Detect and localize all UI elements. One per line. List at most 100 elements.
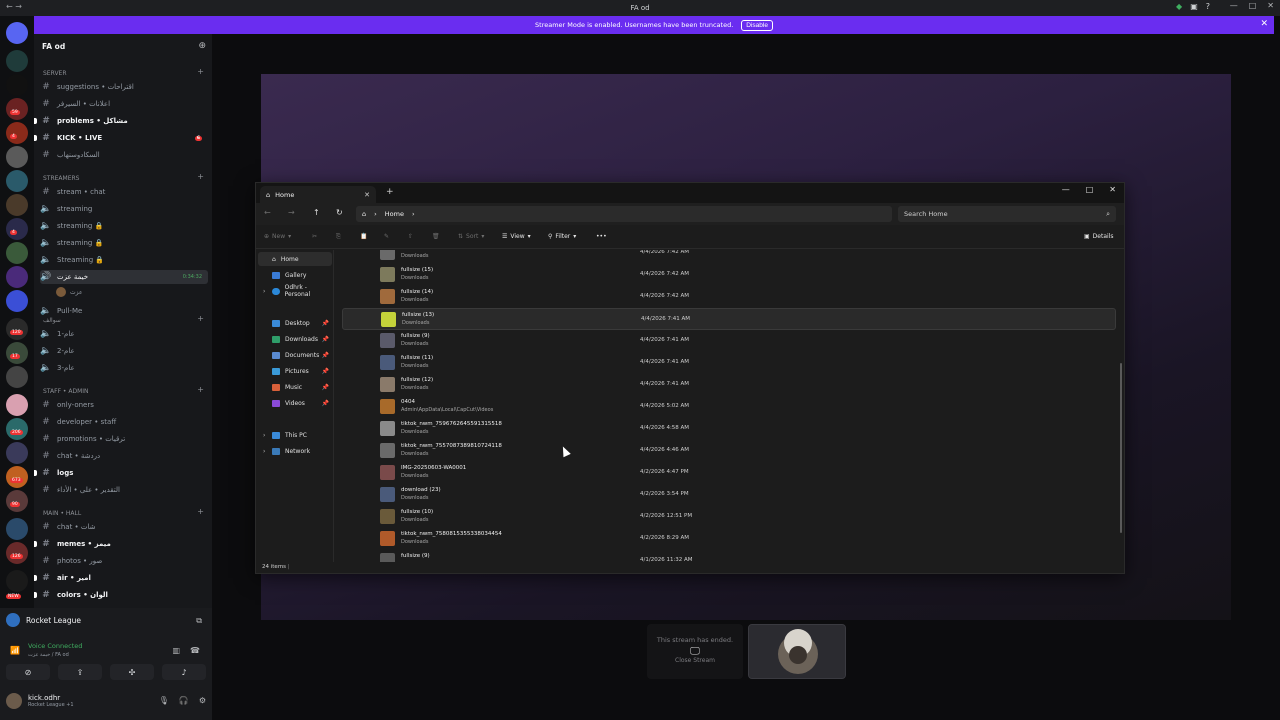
pin-icon[interactable]: 📌 [322,320,329,327]
server-icon[interactable] [6,122,28,144]
file-row[interactable]: tiktok_nwm_7596762645591315518 Downloads 4… [342,418,1116,440]
server-icon[interactable] [6,98,28,120]
screen-share-button[interactable]: ⇪ [58,664,102,680]
nav-item-onedrive[interactable]: › Odhrk - Personal [258,284,332,298]
server-icon[interactable] [6,194,28,216]
add-channel-icon[interactable]: + [197,314,204,323]
file-row[interactable]: fullsize (12) Downloads 4/4/2026 7:41 AM [342,374,1116,396]
nitro-icon[interactable]: ◆ [1176,2,1182,11]
channel-item[interactable]: # KICK • LIVE 6 [34,131,208,145]
signal-icon[interactable]: 📶 [10,646,20,655]
server-icon[interactable] [6,342,28,364]
pin-icon[interactable]: 📌 [322,336,329,343]
category-label[interactable]: سوالف [43,317,61,324]
pin-icon[interactable]: 📌 [322,352,329,359]
up-icon[interactable]: ↑ [313,208,320,217]
server-icon[interactable] [6,50,28,72]
voice-status[interactable]: Voice Connected [28,642,82,650]
participant-video-tile[interactable] [748,624,846,679]
activity-card[interactable]: Rocket League [6,613,81,627]
new-tab-icon[interactable]: + [386,187,394,197]
more-options-icon[interactable]: ••• [596,233,607,240]
channel-item[interactable]: 🔈 عام-3 [40,361,208,375]
nav-item-home[interactable]: ⌂ Home [258,252,332,266]
server-icon[interactable] [6,418,28,440]
file-row[interactable]: fullsize (15) Downloads 4/4/2026 7:42 AM [342,264,1116,286]
breadcrumb[interactable]: Home [385,210,404,218]
server-icon[interactable] [6,442,28,464]
server-icon[interactable] [6,290,28,312]
discord-home-icon[interactable] [6,22,28,44]
server-name[interactable]: FA od [42,42,65,51]
file-row[interactable]: IMG-20250603-WA0001 Downloads 4/2/2026 4:4… [342,462,1116,484]
nav-item-gallery[interactable]: Gallery [258,268,332,282]
channel-item[interactable]: # السكادوسنهاب [40,148,208,162]
close-tab-icon[interactable]: ✕ [364,191,370,199]
invite-icon[interactable]: ⊕ [198,41,206,51]
copy-icon[interactable]: ⎘ [336,233,341,241]
new-button[interactable]: ⊕ New ▾ [264,233,291,240]
add-channel-icon[interactable]: + [197,172,204,181]
server-icon[interactable] [6,74,28,96]
settings-gear-icon[interactable]: ⚙ [199,696,206,705]
server-icon[interactable] [6,466,28,488]
maximize-icon[interactable]: □ [1249,1,1257,10]
server-icon[interactable] [6,394,28,416]
channel-item[interactable]: # air • امير [34,571,208,585]
microphone-icon[interactable]: 🎙 [159,696,169,705]
nav-item-documents[interactable]: Documents 📌 [258,348,332,362]
voice-location[interactable]: خيمة عزت / FA od [28,652,69,658]
delete-icon[interactable]: 🗑 [432,233,440,240]
nav-item-this-pc[interactable]: › This PC [258,428,332,442]
channel-item[interactable]: # photos • صور [40,554,208,568]
channel-item[interactable]: # colors • الوان [34,588,208,602]
file-row[interactable]: fullsize (11) Downloads 4/4/2026 7:41 AM [342,352,1116,374]
server-icon[interactable] [6,170,28,192]
minimize-icon[interactable]: — [1230,1,1238,10]
scrollbar[interactable] [1120,363,1122,533]
channel-item[interactable]: # promotions • ترقيات [40,432,208,446]
share-icon[interactable]: ⇧ [408,233,413,240]
file-row[interactable]: 0404 Admin\AppData\Local\CapCut\Videos 4/4… [342,396,1116,418]
channel-item[interactable]: # only-oners [40,398,208,412]
file-row[interactable]: fullsize (13) Downloads 4/4/2026 7:41 AM [342,308,1116,330]
category-label[interactable]: SERVER [43,70,67,77]
channel-item[interactable]: # memes • ميمز [34,537,208,551]
server-icon[interactable] [6,366,28,388]
noise-suppression-icon[interactable]: ▥ [172,646,180,655]
nav-item-desktop[interactable]: Desktop 📌 [258,316,332,330]
server-icon[interactable] [6,518,28,540]
server-icon[interactable] [6,242,28,264]
banner-close-icon[interactable]: ✕ [1260,19,1268,29]
channel-item[interactable]: # التقدير • على • الأداء [40,483,208,497]
category-label[interactable]: MAIN • HALL [43,510,81,517]
details-button[interactable]: ▣ Details [1084,233,1113,240]
server-icon[interactable] [6,570,28,592]
channel-item[interactable]: # chat • دردشة [40,449,208,463]
server-icon[interactable] [6,266,28,288]
help-icon[interactable]: ? [1206,2,1210,11]
channel-item[interactable]: # developer • staff [40,415,208,429]
server-icon[interactable] [6,490,28,512]
channel-item[interactable]: # stream • chat [40,185,208,199]
close-stream-button[interactable]: Close Stream [647,657,743,664]
close-icon[interactable]: ✕ [1109,185,1116,194]
cut-icon[interactable]: ✂ [312,233,317,240]
headphones-icon[interactable]: 🎧 [179,696,189,705]
back-forward-icon[interactable]: ← → [6,2,22,11]
file-row[interactable]: tiktok_nwm_7557087389810724118 Downloads 4… [342,440,1116,462]
pin-icon[interactable]: 📌 [322,384,329,391]
nav-item-network[interactable]: › Network [258,444,332,458]
close-icon[interactable]: ✕ [1267,1,1274,10]
ended-stream-tile[interactable]: This stream has ended. 🖵 Close Stream [647,624,743,679]
file-row[interactable]: download (23) Downloads 4/2/2026 3:54 PM [342,484,1116,506]
channel-item[interactable]: 🔈 streaming 🔒 [40,219,208,233]
channel-item[interactable]: # chat • شات [40,520,208,534]
category-label[interactable]: STAFF • ADMIN [43,388,89,395]
server-icon[interactable] [6,318,28,340]
soundboard-button[interactable]: ♪ [162,664,206,680]
sort-button[interactable]: ⇅ Sort ▾ [458,233,484,240]
channel-item[interactable]: 🔈 Pull-Me [40,304,208,318]
camera-button[interactable]: ⊘ [6,664,50,680]
channel-item[interactable]: # problems • مشاكل [34,114,208,128]
